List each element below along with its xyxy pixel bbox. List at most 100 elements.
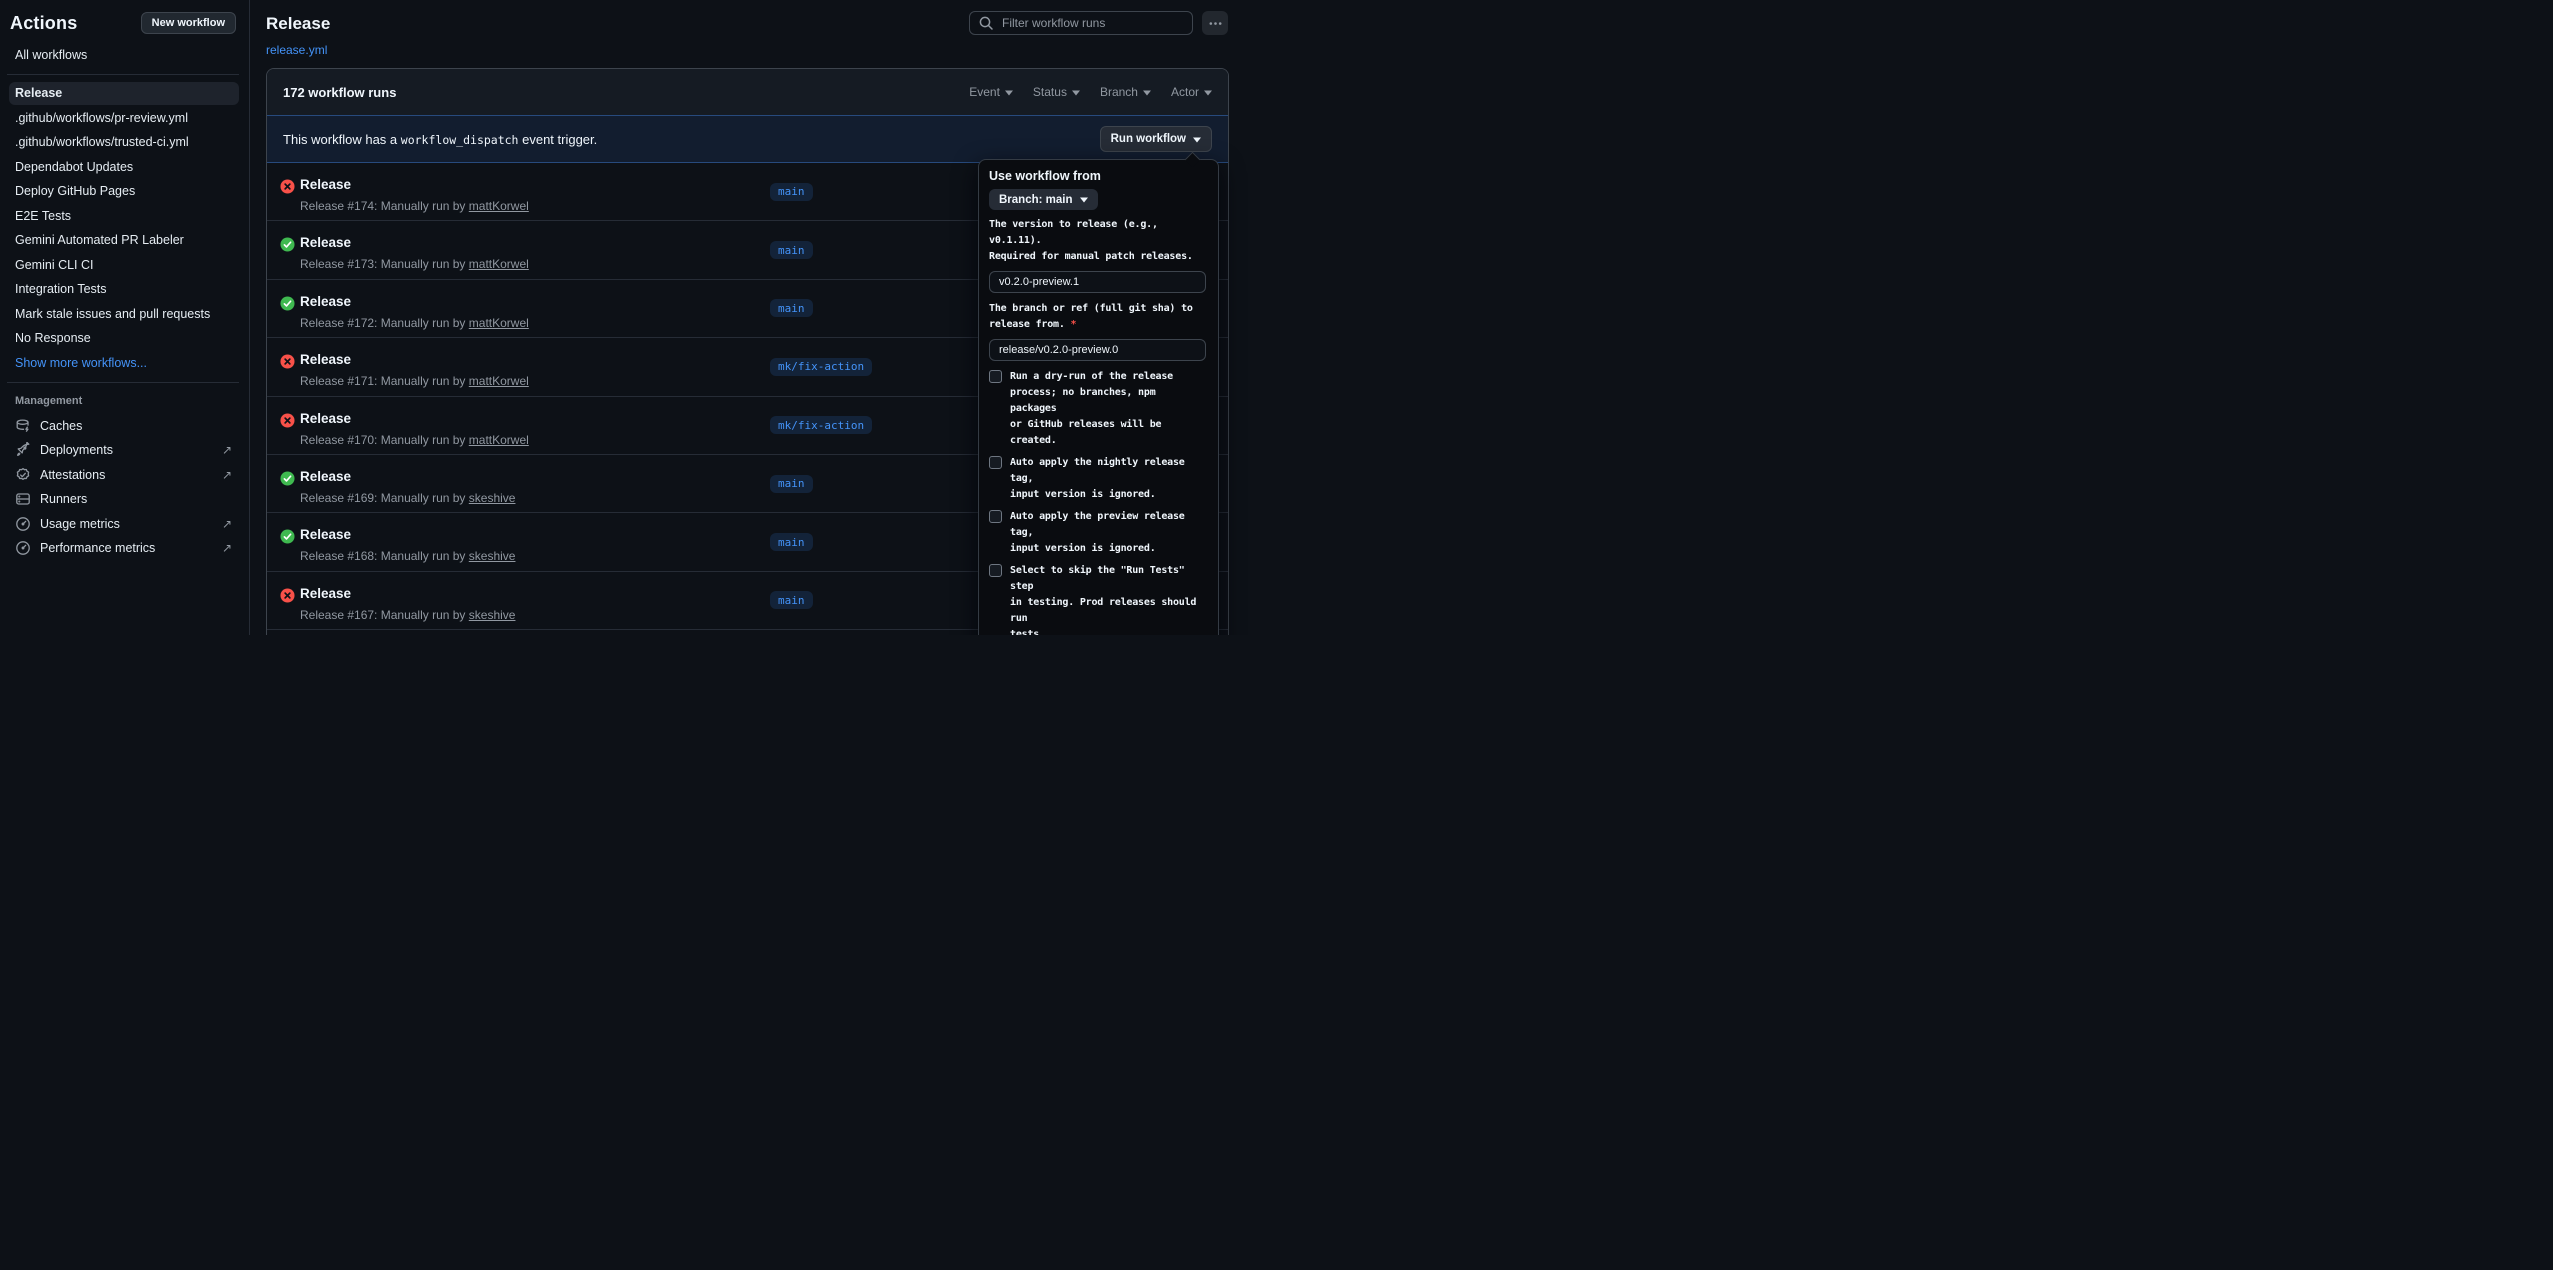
dialog-checkbox-row: Select to skip the "Run Tests" step in t… xyxy=(989,563,1206,635)
run-description: Release #171: Manually run by mattKorwel xyxy=(300,374,770,388)
run-title-link[interactable]: Release xyxy=(300,585,351,602)
run-description: Release #168: Manually run by skeshive xyxy=(300,549,770,563)
management-item-label: Attestations xyxy=(40,468,105,482)
filter-actor[interactable]: Actor xyxy=(1171,85,1212,99)
run-actor-link[interactable]: mattKorwel xyxy=(469,199,529,213)
run-main: Release Release #169: Manually run by sk… xyxy=(300,455,770,512)
run-title-link[interactable]: Release xyxy=(300,234,351,251)
branch-pill[interactable]: main xyxy=(770,183,813,201)
branch-selector-button[interactable]: Branch: main xyxy=(989,189,1098,210)
sidebar-item-release[interactable]: Release xyxy=(9,82,239,105)
banner-text: This workflow has a workflow_dispatch ev… xyxy=(283,132,597,147)
sidebar-item-all-workflows[interactable]: All workflows xyxy=(9,44,239,67)
workflow-options-kebab-button[interactable] xyxy=(1202,11,1228,35)
run-title-link[interactable]: Release xyxy=(300,293,351,310)
branch-pill[interactable]: mk/fix-action xyxy=(770,416,872,434)
management-item-caches[interactable]: Caches xyxy=(0,414,249,439)
sidebar-item-gemini-cli-ci[interactable]: Gemini CLI CI xyxy=(9,254,239,277)
sidebar-item-label: Gemini Automated PR Labeler xyxy=(15,233,184,247)
search-input[interactable] xyxy=(1000,15,1184,31)
sidebar-item-github-workflows-trusted-ci-yml[interactable]: .github/workflows/trusted-ci.yml xyxy=(9,131,239,154)
run-title-link[interactable]: Release xyxy=(300,176,351,193)
ref-input[interactable] xyxy=(989,339,1206,361)
sidebar-item-no-response[interactable]: No Response xyxy=(9,327,239,350)
chevron-down-icon xyxy=(1204,90,1212,99)
filter-branch[interactable]: Branch xyxy=(1100,85,1151,99)
branch-pill[interactable]: main xyxy=(770,241,813,259)
branch-pill[interactable]: main xyxy=(770,591,813,609)
run-description: Release #167: Manually run by skeshive xyxy=(300,608,770,622)
failure-icon xyxy=(280,588,295,603)
management-item-usage-metrics[interactable]: Usage metrics ↗ xyxy=(0,512,249,537)
sidebar-item-label: Release xyxy=(15,86,62,100)
branch-pill[interactable]: main xyxy=(770,533,813,551)
run-main: Release Release #172: Manually run by ma… xyxy=(300,280,770,337)
verified-icon xyxy=(15,467,31,483)
management-item-attestations[interactable]: Attestations ↗ xyxy=(0,463,249,488)
sidebar-item-label: No Response xyxy=(15,331,91,345)
success-icon xyxy=(280,471,295,486)
sidebar-item-github-workflows-pr-review-yml[interactable]: .github/workflows/pr-review.yml xyxy=(9,107,239,130)
checkbox[interactable] xyxy=(989,510,1002,523)
management-item-deployments[interactable]: Deployments ↗ xyxy=(0,438,249,463)
run-actor-link[interactable]: skeshive xyxy=(469,549,516,563)
new-workflow-button[interactable]: New workflow xyxy=(141,12,236,34)
workflow-file-link[interactable]: release.yml xyxy=(266,43,327,57)
external-link-arrow-icon: ↗ xyxy=(222,542,232,554)
management-item-performance-metrics[interactable]: Performance metrics ↗ xyxy=(0,536,249,561)
run-actor-link[interactable]: mattKorwel xyxy=(469,433,529,447)
run-title-link[interactable]: Release xyxy=(300,526,351,543)
version-input[interactable] xyxy=(989,271,1206,293)
run-main: Release Release #171: Manually run by ma… xyxy=(300,338,770,395)
show-more-workflows-link[interactable]: Show more workflows... xyxy=(9,352,239,375)
chevron-down-icon xyxy=(1193,137,1201,146)
run-actor-link[interactable]: mattKorwel xyxy=(469,374,529,388)
checkbox[interactable] xyxy=(989,564,1002,577)
branch-pill[interactable]: main xyxy=(770,475,813,493)
runs-list-header: 172 workflow runs Event Status Branch Ac… xyxy=(267,69,1228,116)
chevron-down-icon xyxy=(1072,90,1080,99)
run-description: Release #170: Manually run by mattKorwel xyxy=(300,433,770,447)
rocket-icon xyxy=(15,442,31,458)
title-block: Release release.yml xyxy=(266,14,330,59)
management-list: Caches Deployments ↗ Attestations ↗ Runn… xyxy=(0,414,249,561)
sidebar-item-e2e-tests[interactable]: E2E Tests xyxy=(9,205,239,228)
management-item-label: Usage metrics xyxy=(40,517,120,531)
run-main: Release Release #168: Manually run by sk… xyxy=(300,513,770,570)
filter-status[interactable]: Status xyxy=(1033,85,1080,99)
run-actor-link[interactable]: skeshive xyxy=(469,608,516,622)
run-actor-link[interactable]: skeshive xyxy=(469,491,516,505)
external-link-arrow-icon: ↗ xyxy=(222,469,232,481)
sidebar-item-dependabot-updates[interactable]: Dependabot Updates xyxy=(9,156,239,179)
success-icon xyxy=(280,237,295,252)
sidebar-divider xyxy=(7,382,239,383)
branch-pill[interactable]: main xyxy=(770,299,813,317)
checkbox[interactable] xyxy=(989,370,1002,383)
sidebar-item-deploy-github-pages[interactable]: Deploy GitHub Pages xyxy=(9,180,239,203)
success-icon xyxy=(280,296,295,311)
sidebar-item-mark-stale-issues-and-pull-requests[interactable]: Mark stale issues and pull requests xyxy=(9,303,239,326)
failure-icon xyxy=(280,413,295,428)
sidebar-item-integration-tests[interactable]: Integration Tests xyxy=(9,278,239,301)
header-controls xyxy=(969,11,1228,59)
run-title-link[interactable]: Release xyxy=(300,468,351,485)
run-workflow-dropdown-button[interactable]: Run workflow xyxy=(1100,126,1212,152)
meter-icon xyxy=(15,516,31,532)
run-main: Release Release #170: Manually run by ma… xyxy=(300,397,770,454)
run-description: Release #174: Manually run by mattKorwel xyxy=(300,199,770,213)
run-title-link[interactable]: Release xyxy=(300,351,351,368)
filter-event[interactable]: Event xyxy=(969,85,1013,99)
checkbox-label: Auto apply the nightly release tag, inpu… xyxy=(1010,455,1206,503)
sidebar-item-gemini-automated-pr-labeler[interactable]: Gemini Automated PR Labeler xyxy=(9,229,239,252)
checkbox[interactable] xyxy=(989,456,1002,469)
filter-runs-searchbox[interactable] xyxy=(969,11,1193,35)
management-item-label: Runners xyxy=(40,492,87,506)
run-workflow-dialog: Use workflow from Branch: main The versi… xyxy=(978,159,1219,635)
kebab-horizontal-icon xyxy=(1208,16,1223,31)
run-title-link[interactable]: Release xyxy=(300,410,351,427)
branch-pill[interactable]: mk/fix-action xyxy=(770,358,872,376)
management-item-runners[interactable]: Runners xyxy=(0,487,249,512)
run-actor-link[interactable]: mattKorwel xyxy=(469,316,529,330)
run-actor-link[interactable]: mattKorwel xyxy=(469,257,529,271)
external-link-arrow-icon: ↗ xyxy=(222,518,232,530)
